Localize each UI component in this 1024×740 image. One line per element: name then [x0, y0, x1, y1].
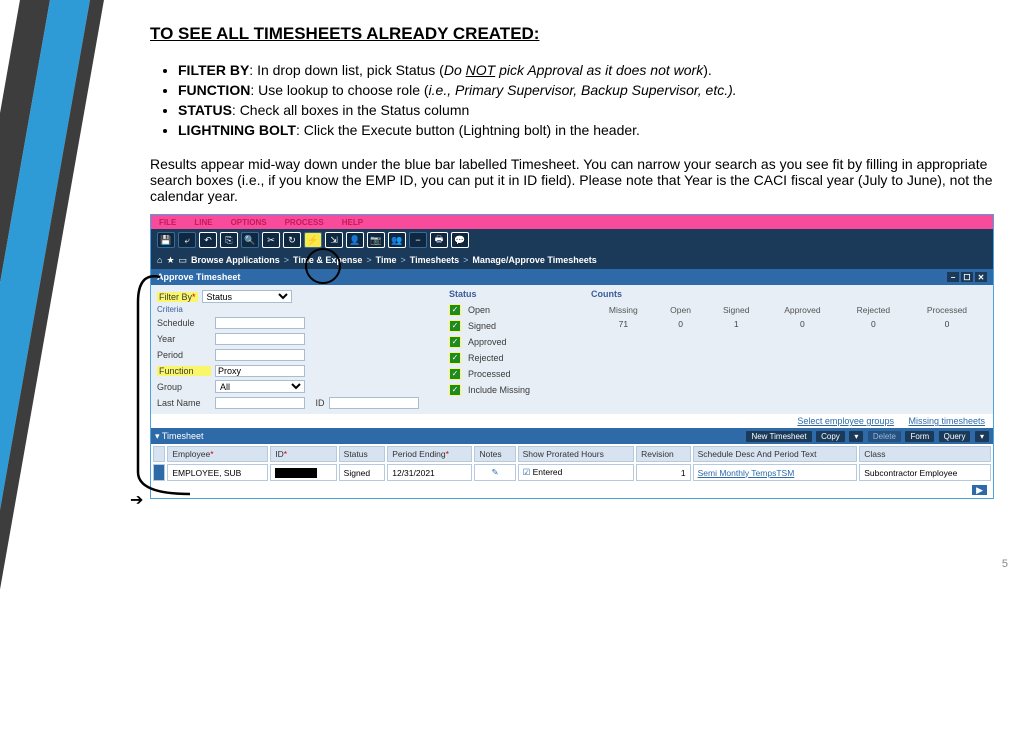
menu-line[interactable]: LINE	[194, 218, 212, 227]
cell-prorated[interactable]: ☑ Entered	[518, 464, 635, 481]
status-rejected[interactable]: ✓Rejected	[449, 350, 569, 365]
status-include-missing[interactable]: ✓Include Missing	[449, 382, 569, 397]
cell-class: Subcontractor Employee	[859, 464, 991, 481]
status-header: Status	[449, 289, 569, 299]
person-icon[interactable]: 👤	[346, 232, 364, 248]
schedule-input[interactable]	[215, 317, 305, 329]
query-button[interactable]: Query	[939, 431, 971, 442]
cell-schedule[interactable]: Semi Monthly TempsTSM	[693, 464, 858, 481]
timesheet-grid: Employee* ID* Status Period Ending* Note…	[151, 444, 993, 483]
menubar: FILE LINE OPTIONS PROCESS HELP	[151, 215, 993, 229]
query-dd[interactable]: ▾	[975, 431, 989, 442]
refresh-icon[interactable]: ↻	[283, 232, 301, 248]
instruction-list: FILTER BY: In drop down list, pick Statu…	[150, 62, 994, 138]
lastname-label: Last Name	[157, 398, 211, 408]
status-processed[interactable]: ✓Processed	[449, 366, 569, 381]
app-screenshot: FILE LINE OPTIONS PROCESS HELP 💾 ⤶ ↶ ⎘ 🔍…	[150, 214, 994, 499]
cell-status: Signed	[339, 464, 386, 481]
filter-by-label: Filter By*	[157, 292, 198, 302]
comment-icon[interactable]: 💬	[451, 232, 469, 248]
cell-notes[interactable]: ✎	[474, 464, 515, 481]
new-timesheet-button[interactable]: New Timesheet	[746, 431, 811, 442]
home-icon[interactable]: ⌂	[157, 255, 162, 265]
copy-icon[interactable]: ⎘	[220, 232, 238, 248]
lastname-input[interactable]	[215, 397, 305, 409]
status-open[interactable]: ✓Open	[449, 302, 569, 317]
menu-file[interactable]: FILE	[159, 218, 176, 227]
year-input[interactable]	[215, 333, 305, 345]
filter-by-select[interactable]: Status	[202, 290, 292, 303]
year-label: Year	[157, 334, 211, 344]
group-select[interactable]: All	[215, 380, 305, 393]
cell-revision: 1	[636, 464, 690, 481]
cell-employee: EMPLOYEE, SUB	[167, 464, 268, 481]
cell-period: 12/31/2021	[387, 464, 472, 481]
undo-icon[interactable]: ↶	[199, 232, 217, 248]
menu-options[interactable]: OPTIONS	[231, 218, 267, 227]
print-icon[interactable]: 🖶	[430, 232, 448, 248]
function-input[interactable]	[215, 365, 305, 377]
criteria-subhead: Criteria	[157, 305, 427, 314]
id-label: ID	[316, 398, 325, 408]
group-icon[interactable]: 👥	[388, 232, 406, 248]
book-icon[interactable]: ▭	[179, 255, 188, 266]
search-icon[interactable]: 🔍	[241, 232, 259, 248]
table-row[interactable]: EMPLOYEE, SUB Signed 12/31/2021 ✎ ☑ Ente…	[153, 464, 991, 481]
execute-button[interactable]: ⚡	[304, 232, 322, 248]
status-signed[interactable]: ✓Signed	[449, 318, 569, 333]
panel-header: Approve Timesheet − ☐ ✕	[151, 269, 993, 285]
copy-dd[interactable]: ▾	[849, 431, 863, 442]
period-label: Period	[157, 350, 211, 360]
cell-id	[270, 464, 336, 481]
cut-icon[interactable]: ✂	[262, 232, 280, 248]
breadcrumb: ⌂ ★ ▭ Browse Applications> Time & Expens…	[151, 251, 993, 269]
period-input[interactable]	[215, 349, 305, 361]
missing-timesheets-link[interactable]: Missing timesheets	[908, 416, 985, 426]
paragraph: Results appear mid-way down under the bl…	[150, 156, 994, 204]
page-title: TO SEE ALL TIMESHEETS ALREADY CREATED:	[150, 24, 994, 44]
page-number: 5	[1002, 558, 1008, 570]
schedule-label: Schedule	[157, 318, 211, 328]
counts-table: MissingOpenSigned ApprovedRejectedProces…	[591, 302, 987, 332]
minimize-icon[interactable]: −	[947, 272, 959, 282]
maximize-icon[interactable]: ☐	[961, 272, 973, 282]
form-button[interactable]: Form	[905, 431, 934, 442]
status-approved[interactable]: ✓Approved	[449, 334, 569, 349]
delete-button[interactable]: Delete	[868, 431, 901, 442]
export-icon[interactable]: ⇲	[325, 232, 343, 248]
timesheet-arrow-annotation: ➔	[130, 490, 143, 510]
id-input[interactable]	[329, 397, 419, 409]
toolbar: 💾 ⤶ ↶ ⎘ 🔍 ✂ ↻ ⚡ ⇲ 👤 📷 👥 − 🖶 💬	[151, 229, 993, 251]
counts-header: Counts	[591, 289, 987, 299]
save-icon[interactable]: 💾	[157, 232, 175, 248]
folder-icon[interactable]: ⤶	[178, 232, 196, 248]
group-label: Group	[157, 382, 211, 392]
minus-icon[interactable]: −	[409, 232, 427, 248]
copy-button[interactable]: Copy	[816, 431, 845, 442]
camera-icon[interactable]: 📷	[367, 232, 385, 248]
menu-process[interactable]: PROCESS	[285, 218, 324, 227]
star-icon[interactable]: ★	[166, 255, 174, 266]
menu-help[interactable]: HELP	[342, 218, 363, 227]
scroll-right-icon[interactable]: ▶	[972, 485, 987, 495]
function-label: Function	[157, 366, 211, 376]
timesheet-bar: ▾ Timesheet New Timesheet Copy ▾ Delete …	[151, 428, 993, 444]
close-icon[interactable]: ✕	[975, 272, 987, 282]
select-employee-groups-link[interactable]: Select employee groups	[797, 416, 894, 426]
